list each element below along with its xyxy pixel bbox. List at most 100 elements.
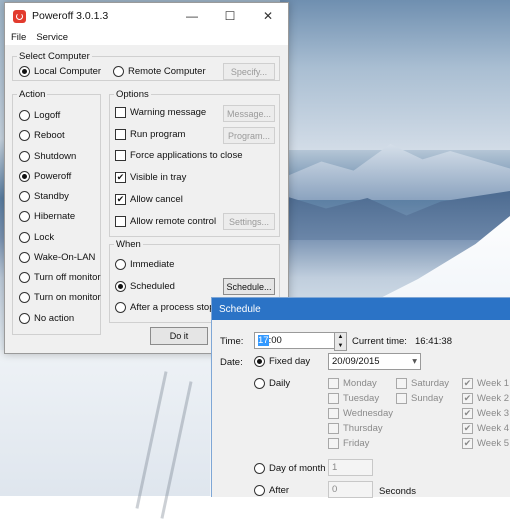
week-3-checkbox[interactable]: ✔ Week 3 [462,408,509,419]
power-icon [13,9,26,23]
time-spinner[interactable]: ▲ ▼ [334,332,347,351]
radio-icon [19,130,30,141]
immediate-radio[interactable]: Immediate [115,259,174,270]
maximize-button[interactable]: ☐ [213,3,247,29]
fixed-day-label: Fixed day [269,356,311,367]
day-label: Thursday [343,423,383,434]
week-label: Week 2 [477,393,510,404]
action-shutdown-radio[interactable]: Shutdown [19,151,76,162]
action-lock-radio[interactable]: Lock [19,232,54,243]
schedule-button[interactable]: Schedule... [223,278,275,295]
title-bar[interactable]: Poweroff 3.0.1.3 — ☐ ✕ [5,3,288,29]
day-label: Friday [343,438,370,449]
radio-selected-icon [115,281,126,292]
action-label: Hibernate [34,211,76,222]
local-computer-radio[interactable]: Local Computer [19,66,101,77]
menu-file[interactable]: File [11,32,26,43]
action-turn-on-monitor-radio[interactable]: Turn on monitor [19,292,101,303]
day-label: Tuesday [343,393,380,404]
after-process-stops-radio[interactable]: After a process stops [115,302,219,313]
radio-icon [254,378,265,389]
date-label: Date: [220,357,243,368]
radio-icon [19,191,30,202]
radio-icon [115,302,126,313]
close-button[interactable]: ✕ [251,3,285,29]
action-poweroff-radio[interactable]: Poweroff [19,171,71,182]
schedule-dialog: Schedule Time: 17 :00 ▲ ▼ Current time: … [211,297,510,498]
checkbox-icon [328,408,339,419]
after-input[interactable]: 0 [328,481,373,498]
action-reboot-radio[interactable]: Reboot [19,130,65,141]
wednesday-checkbox[interactable]: Wednesday [328,408,393,419]
window-title: Poweroff 3.0.1.3 [32,10,109,22]
checkmark-icon: ✔ [462,438,473,449]
program-button[interactable]: Program... [223,127,275,144]
action-standby-radio[interactable]: Standby [19,191,69,202]
schedule-title-bar[interactable]: Schedule [212,298,510,320]
action-wake-on-lan-radio[interactable]: Wake-On-LAN [19,252,95,263]
visible-in-tray-checkbox[interactable]: ✔ Visible in tray [115,172,186,183]
after-label: After [269,485,290,496]
scheduled-label: Scheduled [130,281,175,292]
radio-selected-icon [19,66,30,77]
remote-computer-radio[interactable]: Remote Computer [113,66,206,77]
minimize-button[interactable]: — [175,3,209,29]
after-process-stops-label: After a process stops [130,302,220,313]
action-label: Logoff [34,110,61,121]
action-logoff-radio[interactable]: Logoff [19,110,60,121]
checkbox-icon [396,378,407,389]
allow-cancel-checkbox[interactable]: ✔ Allow cancel [115,194,183,205]
menu-service[interactable]: Service [36,32,68,43]
day-of-month-input[interactable]: 1 [328,459,373,476]
remote-computer-label: Remote Computer [128,66,206,77]
force-close-label: Force applications to close [130,150,243,161]
day-of-month-radio[interactable]: Day of month [254,463,326,474]
radio-icon [19,110,30,121]
allow-remote-control-label: Allow remote control [130,216,217,227]
action-no-action-radio[interactable]: No action [19,313,74,324]
settings-button[interactable]: Settings... [223,213,275,230]
fixed-day-radio[interactable]: Fixed day [254,356,310,367]
sunday-checkbox[interactable]: Sunday [396,393,443,404]
daily-radio[interactable]: Daily [254,378,290,389]
action-label: Standby [34,191,69,202]
scheduled-radio[interactable]: Scheduled [115,281,175,292]
week-2-checkbox[interactable]: ✔ Week 2 [462,393,509,404]
when-legend: When [116,239,141,250]
radio-icon [254,463,265,474]
force-close-checkbox[interactable]: Force applications to close [115,150,242,161]
action-label: Turn off monitor [34,272,101,283]
thursday-checkbox[interactable]: Thursday [328,423,383,434]
action-label: Reboot [34,130,65,141]
message-button[interactable]: Message... [223,105,275,122]
action-turn-off-monitor-radio[interactable]: Turn off monitor [19,272,101,283]
week-4-checkbox[interactable]: ✔ Week 4 [462,423,509,434]
run-program-checkbox[interactable]: Run program [115,129,185,140]
allow-remote-control-checkbox[interactable]: Allow remote control [115,216,216,227]
specify-button[interactable]: Specify... [223,63,275,80]
friday-checkbox[interactable]: Friday [328,438,369,449]
week-5-checkbox[interactable]: ✔ Week 5 [462,438,509,449]
checkbox-icon [328,393,339,404]
week-label: Week 1 [477,378,510,389]
schedule-title: Schedule [219,303,261,315]
do-it-button[interactable]: Do it [150,327,208,345]
date-picker[interactable]: 20/09/2015 ▾ [328,353,421,370]
checkmark-icon: ✔ [462,408,473,419]
saturday-checkbox[interactable]: Saturday [396,378,449,389]
action-label: Lock [34,232,55,243]
time-input[interactable]: 17 :00 [254,332,335,349]
run-program-label: Run program [130,129,186,140]
after-radio[interactable]: After [254,485,289,496]
week-label: Week 4 [477,423,510,434]
action-label: Shutdown [34,151,77,162]
calendar-dropdown-icon[interactable]: ▾ [412,356,417,367]
action-hibernate-radio[interactable]: Hibernate [19,211,75,222]
monday-checkbox[interactable]: Monday [328,378,377,389]
radio-icon [19,151,30,162]
warning-message-checkbox[interactable]: Warning message [115,107,206,118]
tuesday-checkbox[interactable]: Tuesday [328,393,379,404]
menu-bar: File Service [5,29,288,45]
week-1-checkbox[interactable]: ✔ Week 1 [462,378,509,389]
checkmark-icon: ✔ [462,393,473,404]
